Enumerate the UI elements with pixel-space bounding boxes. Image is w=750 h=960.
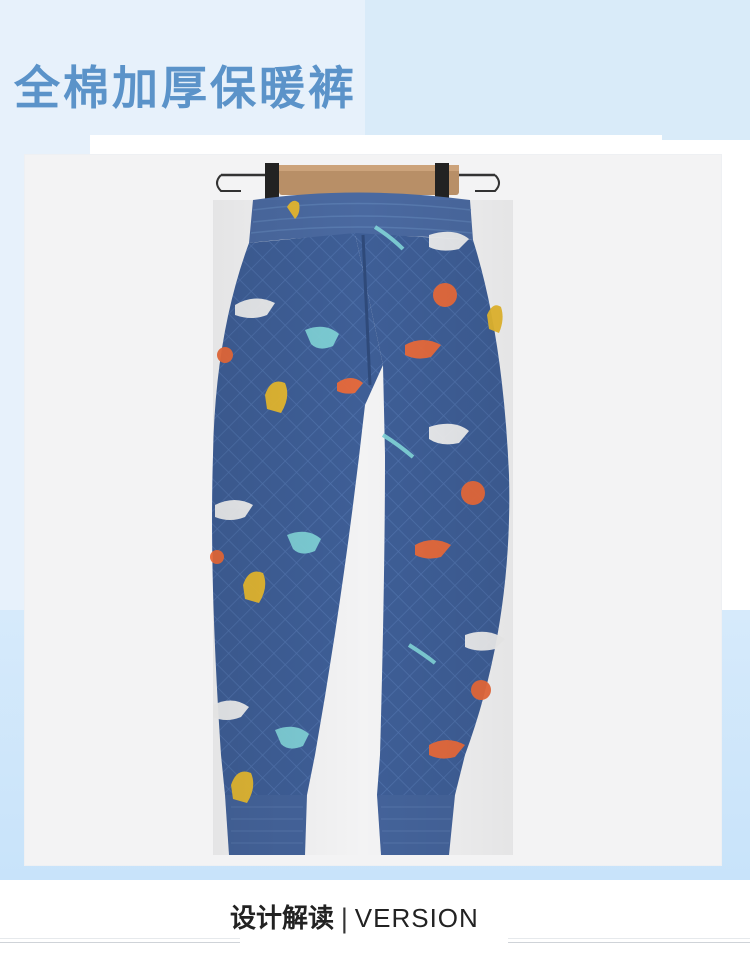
- footer-divider-right-light: [508, 938, 750, 939]
- footer-divider-right: [508, 942, 750, 943]
- section-title-separator: |: [340, 904, 349, 934]
- photo-top-strip: [90, 135, 662, 157]
- footer-divider-left: [0, 942, 240, 943]
- pants: [210, 192, 513, 855]
- background-panel-right: [365, 0, 750, 140]
- headline-title: 全棉加厚保暖裤: [14, 61, 357, 115]
- section-title-en: VERSION: [354, 903, 479, 933]
- pants-illustration: [210, 163, 513, 855]
- footer: 设计解读 | VERSION: [0, 880, 750, 960]
- product-photo: [25, 155, 721, 865]
- section-title-cn: 设计解读: [230, 904, 335, 934]
- footer-divider-left-light: [0, 938, 240, 939]
- section-title: 设计解读 | VERSION: [230, 898, 520, 935]
